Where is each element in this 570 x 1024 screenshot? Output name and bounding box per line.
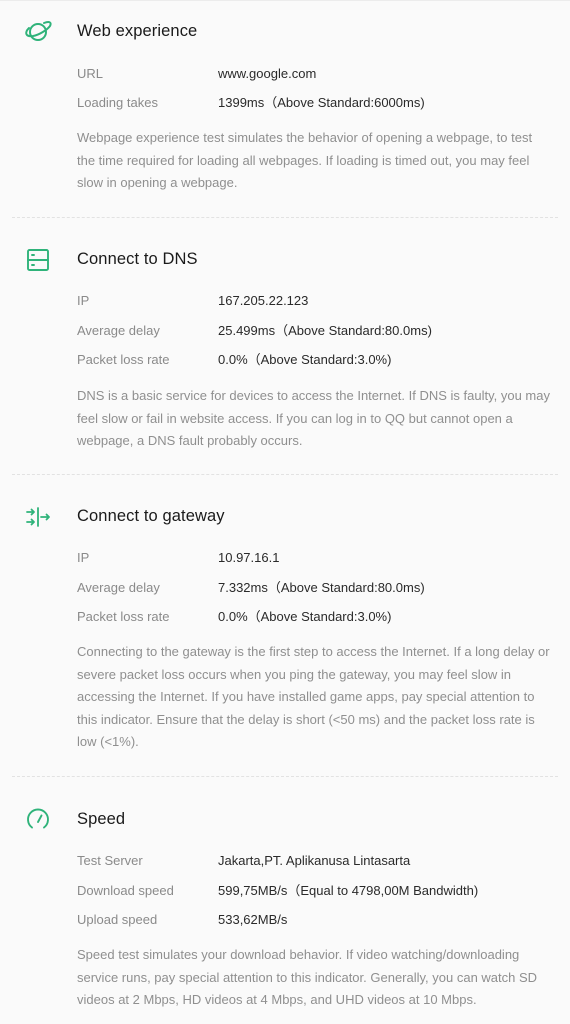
info-row-test-server: Test Server Jakarta,PT. Aplikanusa Linta…	[0, 850, 570, 872]
info-row-packet-loss: Packet loss rate 0.0%（Above Standard:3.0…	[0, 606, 570, 628]
top-divider	[0, 0, 570, 1]
row-label: Average delay	[77, 323, 160, 338]
planet-icon	[22, 16, 54, 48]
gateway-arrows-icon	[22, 501, 54, 533]
section-divider	[12, 217, 558, 218]
section-description: DNS is a basic service for devices to ac…	[77, 388, 550, 448]
section-title: Speed	[77, 810, 126, 828]
section-divider	[12, 474, 558, 475]
row-label: Test Server	[77, 853, 143, 868]
section-divider	[12, 776, 558, 777]
row-value: 0.0%（Above Standard:3.0%)	[218, 352, 392, 367]
row-value: 167.205.22.123	[218, 293, 309, 308]
server-icon	[22, 244, 54, 276]
section-title: Web experience	[77, 22, 198, 40]
row-value: 0.0%（Above Standard:3.0%)	[218, 609, 392, 624]
info-row-average-delay: Average delay 25.499ms（Above Standard:80…	[0, 320, 570, 342]
speedometer-icon	[22, 803, 54, 835]
row-value: www.google.com	[218, 66, 317, 81]
row-value: Jakarta,PT. Aplikanusa Lintasarta	[218, 853, 411, 868]
section-description: Webpage experience test simulates the be…	[77, 130, 533, 190]
info-row-average-delay: Average delay 7.332ms（Above Standard:80.…	[0, 577, 570, 599]
info-row-download-speed: Download speed 599,75MB/s（Equal to 4798,…	[0, 880, 570, 902]
section-description: Connecting to the gateway is the first s…	[77, 644, 550, 749]
row-label: URL	[77, 66, 104, 81]
row-label: Average delay	[77, 580, 160, 595]
section-description: Speed test simulates your download behav…	[77, 947, 538, 1007]
info-row-upload-speed: Upload speed 533,62MB/s	[0, 909, 570, 931]
row-value: 533,62MB/s	[218, 912, 288, 927]
row-value: 25.499ms（Above Standard:80.0ms)	[218, 323, 432, 338]
info-row-loading: Loading takes 1399ms（Above Standard:6000…	[0, 92, 570, 114]
row-label: Packet loss rate	[77, 352, 170, 367]
info-row-ip: IP 10.97.16.1	[0, 547, 570, 569]
row-label: Upload speed	[77, 912, 158, 927]
info-row-ip: IP 167.205.22.123	[0, 290, 570, 312]
row-value: 7.332ms（Above Standard:80.0ms)	[218, 580, 425, 595]
row-value: 599,75MB/s（Equal to 4798,00M Bandwidth)	[218, 883, 479, 898]
info-row-packet-loss: Packet loss rate 0.0%（Above Standard:3.0…	[0, 349, 570, 371]
row-label: IP	[77, 550, 90, 565]
row-value: 10.97.16.1	[218, 550, 280, 565]
info-row-url: URL www.google.com	[0, 63, 570, 85]
row-value: 1399ms（Above Standard:6000ms)	[218, 95, 425, 110]
row-label: Download speed	[77, 883, 174, 898]
row-label: Packet loss rate	[77, 609, 170, 624]
row-label: Loading takes	[77, 95, 158, 110]
row-label: IP	[77, 293, 90, 308]
section-title: Connect to gateway	[77, 507, 225, 525]
section-title: Connect to DNS	[77, 250, 198, 268]
